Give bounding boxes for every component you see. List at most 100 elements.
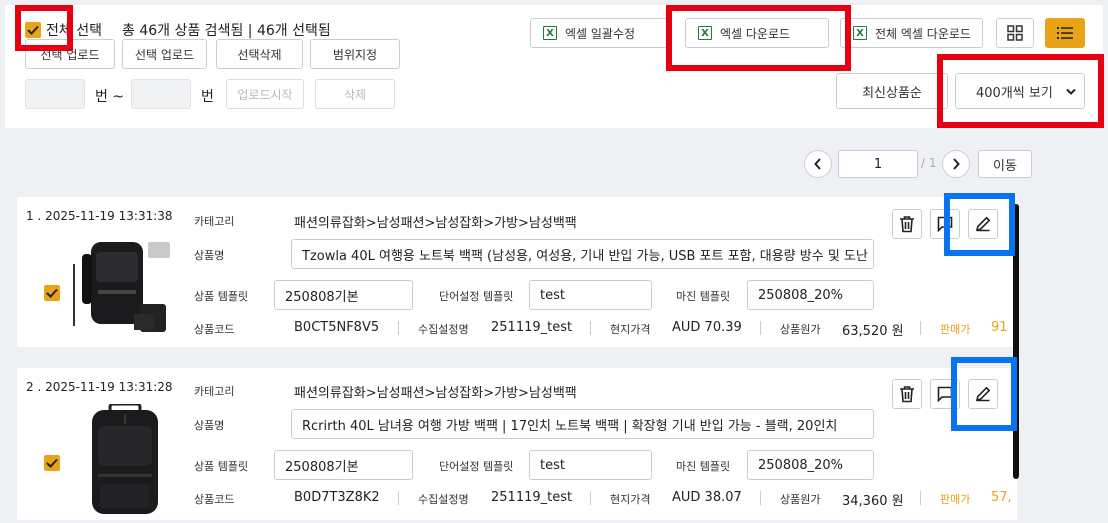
chevron-right-icon [953, 158, 960, 170]
highlight-excel-download [666, 5, 851, 71]
cost-value: 34,360 원 [842, 494, 904, 509]
excel-all-download-button[interactable]: X 전체 엑셀 다운로드 [840, 18, 983, 48]
delete-button[interactable] [892, 209, 922, 239]
margin-template-value: 250808_20% [758, 287, 844, 303]
grid-view-button[interactable] [996, 18, 1034, 48]
product-code-label: 상품코드 [194, 493, 235, 506]
divider [920, 491, 921, 505]
delete-button[interactable] [892, 379, 922, 409]
excel-all-download-label: 전체 엑셀 다운로드 [875, 26, 971, 41]
divider [398, 321, 399, 335]
cost-label: 상품원가 [780, 493, 821, 506]
go-button[interactable]: 이동 [978, 150, 1032, 178]
select-delete-button[interactable]: 선택삭제 [216, 39, 303, 69]
divider [760, 321, 761, 335]
product-name-input[interactable]: Tzowla 40L 여행용 노트북 백팩 (남성용, 여성용, 기내 반입 가… [291, 239, 874, 269]
product-template-label: 상품 템플릿 [194, 460, 249, 473]
range-to-suffix: 번 [201, 89, 214, 105]
divider [590, 491, 591, 505]
option-template-input[interactable]: test [529, 280, 652, 310]
margin-template-input[interactable]: 250808_20% [747, 450, 874, 480]
excel-icon: X [853, 26, 867, 40]
grid-icon [1007, 25, 1023, 41]
product-name-label: 상품명 [194, 419, 225, 432]
product-name-label: 상품명 [194, 249, 225, 262]
range-from-input[interactable] [25, 79, 85, 109]
highlight-page-size [937, 54, 1104, 128]
cost-label: 상품원가 [780, 323, 821, 336]
product-name-value: Tzowla 40L 여행용 노트북 백팩 (남성용, 여성용, 기내 반입 가… [302, 248, 873, 264]
product-image [80, 404, 170, 516]
product-template-label: 상품 템플릿 [194, 290, 249, 303]
collect-label: 수집설정명 [418, 493, 469, 506]
option-template-value: test [540, 457, 565, 473]
excel-bulk-edit-button[interactable]: X 엑셀 일괄수정 [530, 18, 670, 48]
total-pages: / 1 [921, 156, 937, 170]
page-input[interactable]: 1 [838, 150, 918, 178]
go-label: 이동 [993, 158, 1017, 174]
collect-label: 수집설정명 [418, 323, 469, 336]
category-label: 카테고리 [194, 385, 235, 398]
prev-page-button[interactable] [804, 150, 832, 178]
product-checkbox[interactable] [44, 455, 60, 471]
list-icon [1057, 27, 1073, 39]
highlight-edit-2 [951, 357, 1017, 431]
product-name-input[interactable]: Rcrirth 40L 남녀용 여행 가방 백팩 | 17인치 노트북 백팩 |… [291, 409, 874, 439]
range-set-button[interactable]: 범위지정 [310, 39, 400, 69]
product-template-input[interactable]: 250808기본 [274, 280, 413, 310]
margin-template-label: 마진 템플릿 [676, 290, 731, 303]
option-template-label: 단어설정 템플릿 [439, 290, 514, 303]
product-code-label: 상품코드 [194, 323, 235, 336]
local-price-value: AUD 38.07 [672, 490, 742, 505]
range-to-input[interactable] [131, 79, 191, 109]
product-template-value: 250808기본 [285, 459, 359, 475]
local-price-label: 현지가격 [610, 323, 651, 336]
product-checkbox[interactable] [44, 285, 60, 301]
page-input-value: 1 [873, 156, 883, 172]
category-value: 패션의류잡화>남성패션>남성잡화>가방>남성백팩 [294, 216, 577, 231]
sort-select[interactable]: 최신상품순 [836, 73, 948, 109]
trash-icon [900, 216, 914, 233]
chevron-left-icon [814, 158, 821, 170]
highlight-select-all [15, 5, 73, 51]
option-template-label: 단어설정 템플릿 [439, 460, 514, 473]
select-delete-label: 선택삭제 [237, 47, 282, 62]
divider [398, 491, 399, 505]
product-header: 2 . 2025-11-19 13:31:28 [26, 380, 173, 394]
product-template-input[interactable]: 250808기본 [274, 450, 413, 480]
sale-value: 91 [991, 320, 1008, 335]
option-template-value: test [540, 287, 565, 303]
list-view-button[interactable] [1045, 18, 1085, 48]
select-upload-button[interactable]: 선택 업로드 [122, 39, 207, 69]
product-template-value: 250808기본 [285, 289, 359, 305]
excel-icon: X [543, 26, 557, 40]
divider [760, 491, 761, 505]
range-set-label: 범위지정 [332, 47, 378, 62]
local-price-value: AUD 70.39 [672, 320, 742, 335]
local-price-label: 현지가격 [610, 493, 651, 506]
product-image [66, 234, 178, 342]
collect-value: 251119_test [491, 320, 573, 335]
sale-label: 판매가 [940, 323, 971, 336]
search-summary: 총 46개 상품 검색됨 | 46개 선택됨 [122, 23, 331, 39]
range-delete-button[interactable]: 삭제 [315, 79, 395, 109]
sort-label: 최신상품순 [862, 85, 922, 101]
upload-start-button[interactable]: 업로드시작 [226, 79, 304, 109]
highlight-edit-1 [944, 193, 1015, 256]
margin-template-value: 250808_20% [758, 457, 844, 473]
product-code-value: B0CT5NF8V5 [294, 320, 380, 335]
sale-label: 판매가 [940, 493, 971, 506]
sale-value: 57, [991, 490, 1012, 505]
select-upload-label: 선택 업로드 [134, 47, 194, 62]
next-page-button[interactable] [942, 150, 970, 178]
product-name-value: Rcrirth 40L 남녀용 여행 가방 백팩 | 17인치 노트북 백팩 |… [302, 418, 838, 434]
cost-value: 63,520 원 [842, 324, 904, 339]
range-delete-label: 삭제 [343, 87, 367, 102]
margin-template-label: 마진 템플릿 [676, 460, 731, 473]
range-from-suffix: 번 ~ [95, 89, 125, 105]
divider [590, 321, 591, 335]
margin-template-input[interactable]: 250808_20% [747, 280, 874, 310]
trash-icon [900, 386, 914, 403]
option-template-input[interactable]: test [529, 450, 652, 480]
product-code-value: B0D7T3Z8K2 [294, 490, 380, 505]
